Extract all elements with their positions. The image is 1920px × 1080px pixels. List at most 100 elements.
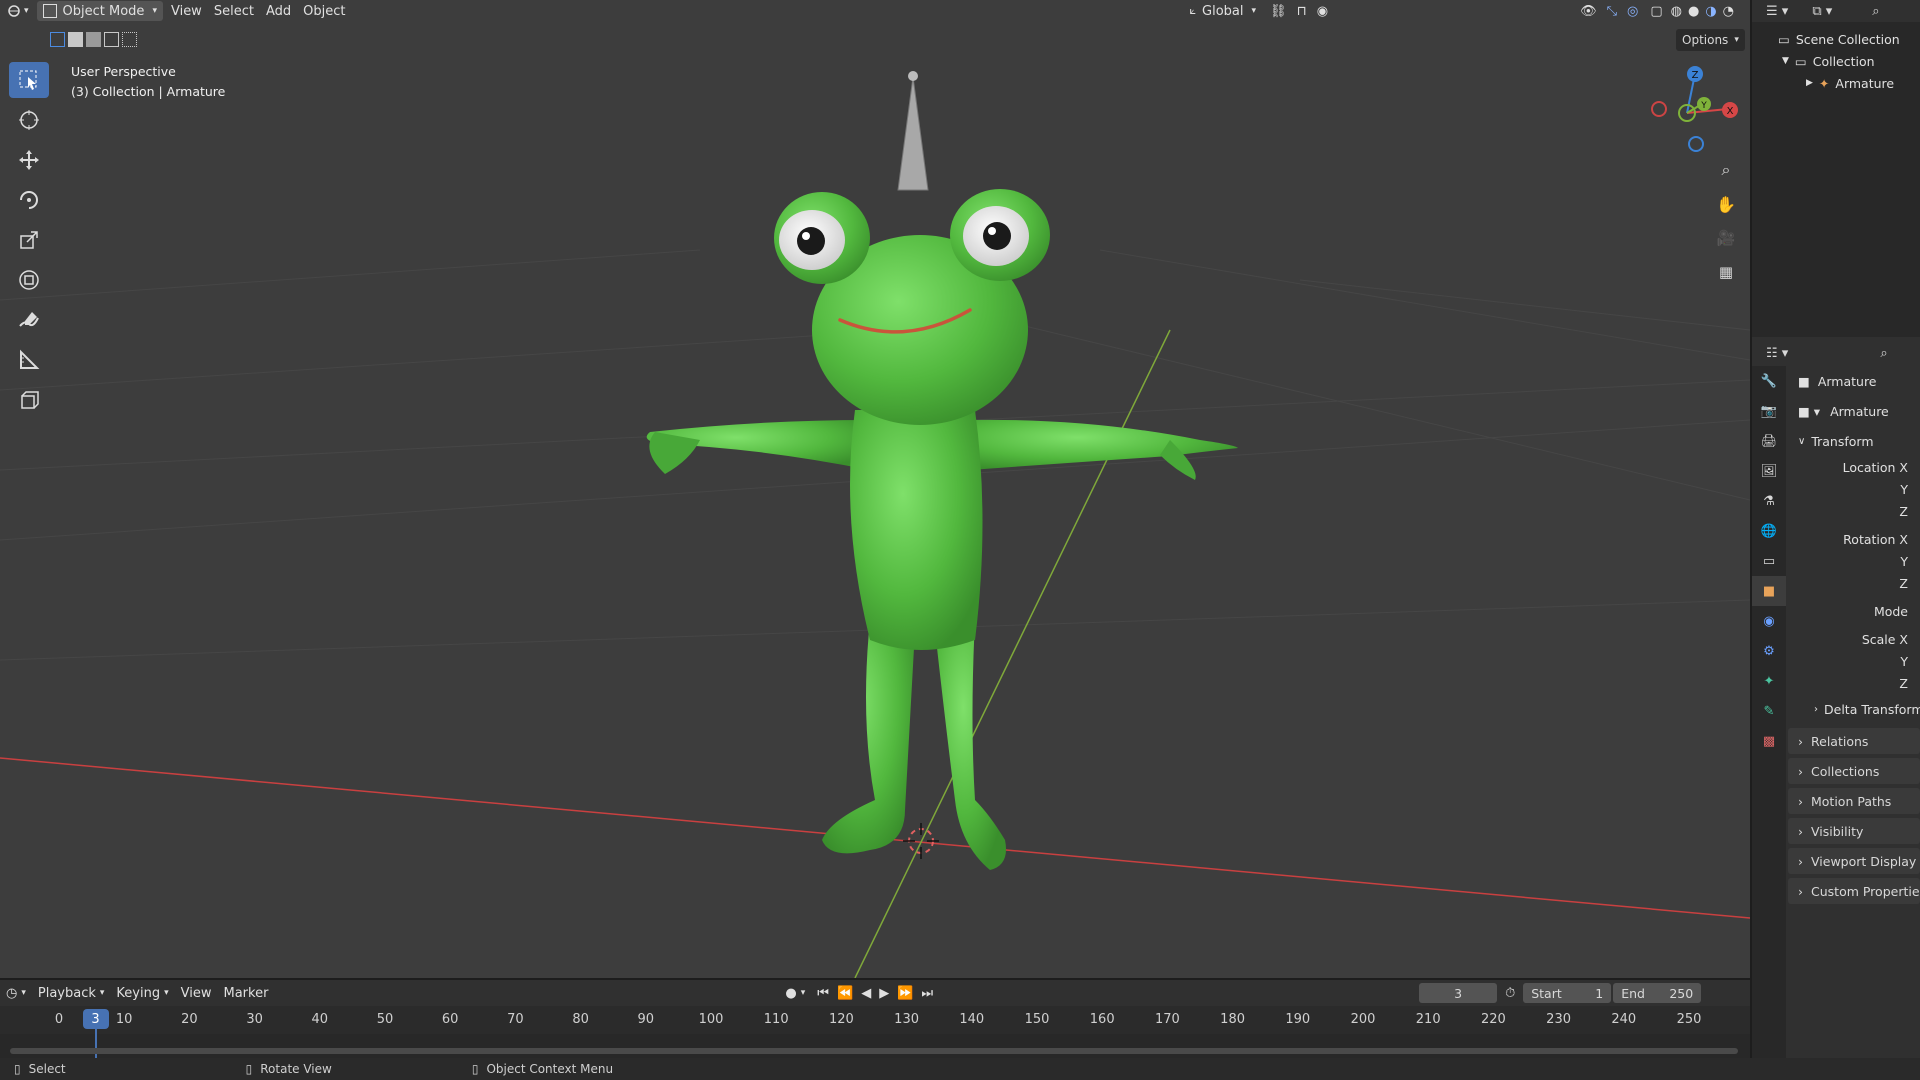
pan-button[interactable]: ✋ [1712, 190, 1740, 218]
current-frame-field[interactable]: 3 [1419, 983, 1498, 1003]
outliner-editor-icon[interactable]: ☰ ▾ [1766, 4, 1788, 19]
menu-add[interactable]: Add [260, 1, 297, 21]
tab-bone[interactable]: ✎ [1752, 696, 1786, 726]
properties-editor-icon[interactable]: ☷ ▾ [1766, 346, 1788, 361]
options-dropdown[interactable]: Options ▾ [1676, 29, 1745, 51]
material-shading-icon[interactable]: ◑ [1705, 4, 1716, 19]
outliner[interactable]: ☰ ▾ ⧉ ▾ ⌕ ▭ Scene Collection ▼ ▭ Collect… [1752, 0, 1920, 337]
transform-panel-header[interactable]: ∨ Transform [1788, 426, 1920, 456]
field-rotation-y[interactable]: Y [1788, 550, 1920, 572]
timeline-editor-type[interactable]: ◷ ▾ [0, 983, 32, 1003]
search-icon[interactable]: ⌕ [1880, 346, 1887, 361]
snap-icon[interactable]: ⊓ [1297, 4, 1307, 19]
end-frame-field[interactable]: End 250 [1613, 983, 1702, 1003]
filter-icon[interactable]: ⧉ ▾ [1812, 4, 1832, 19]
panel-collections[interactable]: › Collections [1788, 758, 1920, 784]
record-button[interactable]: ● ▾ [779, 983, 811, 1003]
disclosure-closed-icon[interactable]: ▶ [1806, 78, 1813, 88]
menu-select[interactable]: Select [208, 1, 260, 21]
pivot-icon[interactable]: ⛓ [1270, 4, 1287, 19]
tab-view-layer[interactable]: 🖼 [1752, 456, 1786, 486]
cursor-tool[interactable] [9, 102, 49, 138]
jump-start-icon[interactable]: ⏮ [817, 986, 829, 1001]
select-extend-icon[interactable] [68, 32, 83, 47]
field-rotation-x[interactable]: Rotation X [1788, 528, 1920, 550]
rendered-shading-icon[interactable]: ◔ [1723, 4, 1734, 19]
jump-end-icon[interactable]: ⏭ [921, 986, 933, 1001]
panel-custom-properties[interactable]: › Custom Properties [1788, 878, 1920, 904]
measure-tool[interactable] [9, 342, 49, 378]
menu-marker[interactable]: Marker [217, 983, 274, 1003]
tab-tool[interactable]: 🔧 [1752, 366, 1786, 396]
zoom-button[interactable]: ⌕ [1712, 156, 1740, 184]
visibility-icon[interactable]: 👁 [1580, 4, 1597, 19]
tab-collection[interactable]: ▭ [1752, 546, 1786, 576]
outliner-row-scene-collection[interactable]: ▭ Scene Collection [1752, 28, 1920, 50]
overlay-icon[interactable]: ◎ [1627, 4, 1638, 19]
editor-type-button[interactable]: ▾ [0, 1, 35, 21]
panel-relations[interactable]: › Relations [1788, 728, 1920, 754]
3d-viewport[interactable] [0, 0, 1750, 978]
camera-view-button[interactable]: 🎥 [1712, 224, 1740, 252]
prev-keyframe-icon[interactable]: ⏪ [837, 986, 853, 1001]
select-intersect-icon[interactable] [122, 32, 137, 47]
outliner-row-armature[interactable]: ▶ ✦ Armature [1752, 72, 1920, 94]
select-invert-icon[interactable] [104, 32, 119, 47]
select-box-tool[interactable] [9, 62, 49, 98]
field-scale-y[interactable]: Y [1788, 650, 1920, 672]
frog-character[interactable] [646, 189, 1238, 870]
add-cube-tool[interactable] [9, 382, 49, 418]
viewport-shading-group[interactable]: 👁 ⤡ ◎ ▢ ◍ ● ◑ ◔ [1574, 1, 1740, 21]
move-tool[interactable] [9, 142, 49, 178]
solid-shading-icon[interactable]: ● [1688, 4, 1699, 19]
wireframe-shading-icon[interactable]: ◍ [1671, 4, 1682, 19]
timeline-scrollbar[interactable] [10, 1048, 1738, 1054]
panel-motion-paths[interactable]: › Motion Paths [1788, 788, 1920, 814]
next-keyframe-icon[interactable]: ⏩ [897, 986, 913, 1001]
menu-keying[interactable]: Keying ▾ [110, 983, 174, 1003]
field-location-x[interactable]: Location X [1788, 456, 1920, 478]
tab-object[interactable]: ■ [1752, 576, 1786, 606]
play-icon[interactable]: ▶ [879, 986, 889, 1001]
field-scale-z[interactable]: Z [1788, 672, 1920, 694]
field-rotation-z[interactable]: Z [1788, 572, 1920, 594]
menu-timeline-view[interactable]: View [175, 983, 218, 1003]
tab-world[interactable]: 🌐 [1752, 516, 1786, 546]
transform-tool[interactable] [9, 262, 49, 298]
field-location-z[interactable]: Z [1788, 500, 1920, 522]
play-reverse-icon[interactable]: ◀ [861, 986, 871, 1001]
panel-visibility[interactable]: › Visibility [1788, 818, 1920, 844]
orientation-dropdown[interactable]: ⟀ Global ▾ ⛓ ⊓ ◉ [1183, 1, 1334, 21]
armature-bone[interactable] [897, 71, 929, 191]
field-rotation-mode[interactable]: Mode [1788, 600, 1920, 622]
disclosure-open-icon[interactable]: ▼ [1782, 56, 1789, 66]
mode-dropdown[interactable]: Object Mode ▾ [36, 1, 163, 21]
tab-scene[interactable]: ⚗ [1752, 486, 1786, 516]
tab-texture[interactable]: ▩ [1752, 726, 1786, 756]
tab-render[interactable]: 📷 [1752, 396, 1786, 426]
annotate-tool[interactable] [9, 302, 49, 338]
select-new-icon[interactable] [50, 32, 65, 47]
tab-modifiers[interactable]: ◉ [1752, 606, 1786, 636]
tab-output[interactable]: 🖨 [1752, 426, 1786, 456]
ortho-toggle-button[interactable]: ▦ [1712, 258, 1740, 286]
field-scale-x[interactable]: Scale X [1788, 628, 1920, 650]
tab-armature-data[interactable]: ✦ [1752, 666, 1786, 696]
stopwatch-icon[interactable]: ⏱ [1505, 986, 1515, 1001]
menu-view[interactable]: View [165, 1, 208, 21]
xray-icon[interactable]: ▢ [1650, 4, 1662, 19]
proportional-edit-icon[interactable]: ◉ [1317, 4, 1328, 19]
menu-playback[interactable]: Playback ▾ [32, 983, 111, 1003]
outliner-row-collection[interactable]: ▼ ▭ Collection [1752, 50, 1920, 72]
menu-object[interactable]: Object [297, 1, 351, 21]
frame-ruler[interactable]: 0 10 20 30 40 50 60 70 80 90 100 110 120 130 140 150 160… [0, 1006, 1750, 1058]
tab-constraints[interactable]: ⚙ [1752, 636, 1786, 666]
search-icon[interactable]: ⌕ [1872, 4, 1879, 19]
start-frame-field[interactable]: Start 1 [1523, 983, 1612, 1003]
delta-transform-header[interactable]: › Delta Transform [1788, 694, 1920, 724]
rotate-tool[interactable] [9, 182, 49, 218]
panel-viewport-display[interactable]: › Viewport Display [1788, 848, 1920, 874]
gizmo-icon[interactable]: ⤡ [1607, 4, 1617, 19]
playhead-badge[interactable]: 3 [82, 1009, 109, 1029]
scale-tool[interactable] [9, 222, 49, 258]
